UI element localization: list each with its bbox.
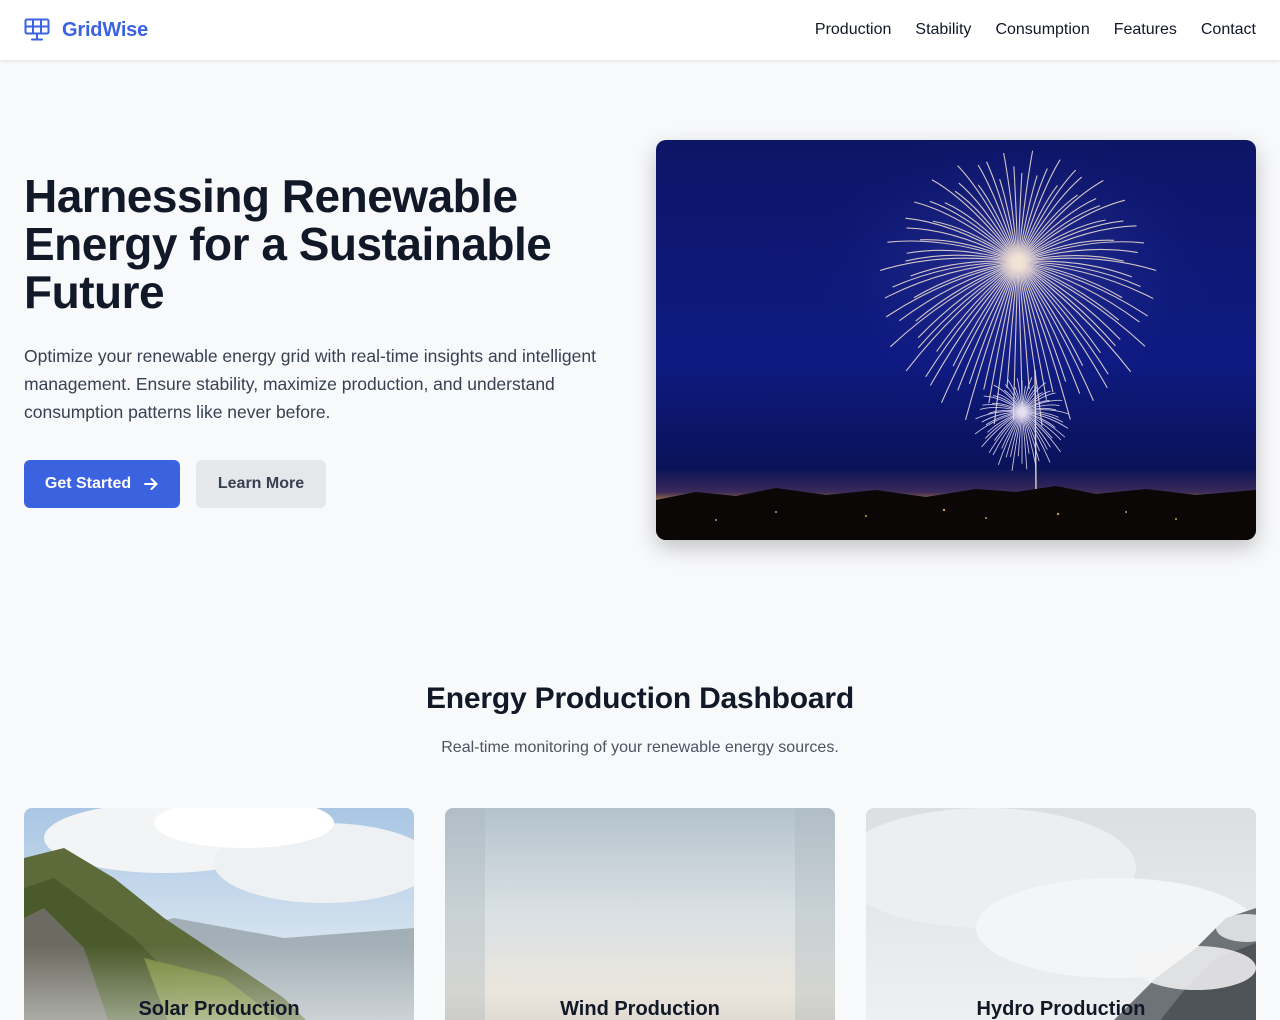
- hero-section: Harnessing Renewable Energy for a Sustai…: [24, 172, 634, 508]
- wind-production-card[interactable]: Wind Production: [445, 808, 835, 1020]
- get-started-button[interactable]: Get Started: [24, 460, 180, 508]
- nav-link-stability[interactable]: Stability: [915, 21, 971, 39]
- mountain-valley-photo: [24, 808, 414, 1020]
- nav-link-features[interactable]: Features: [1114, 21, 1177, 39]
- nav-link-contact[interactable]: Contact: [1201, 21, 1256, 39]
- cloudy-mountain-photo: [866, 808, 1256, 1020]
- main-nav: Production Stability Consumption Feature…: [815, 21, 1256, 39]
- dashboard-subtitle: Real-time monitoring of your renewable e…: [441, 739, 839, 756]
- misty-sky-photo: [445, 808, 835, 1020]
- brand-name: GridWise: [62, 18, 149, 41]
- nav-link-production[interactable]: Production: [815, 21, 892, 39]
- site-header: GridWise Production Stability Consumptio…: [0, 0, 1280, 60]
- nav-link-consumption[interactable]: Consumption: [995, 21, 1089, 39]
- solar-production-title: Solar Production: [138, 998, 300, 1020]
- solar-panel-icon: [24, 18, 50, 41]
- hero-description: Optimize your renewable energy grid with…: [24, 346, 596, 422]
- dashboard-title: Energy Production Dashboard: [426, 682, 854, 715]
- hydro-production-card[interactable]: Hydro Production: [866, 808, 1256, 1020]
- hero-actions: Get Started Learn More: [24, 460, 634, 508]
- hydro-production-title: Hydro Production: [976, 998, 1146, 1020]
- fireworks-photo: [656, 140, 1256, 540]
- hero-title: Harnessing Renewable Energy for a Sustai…: [24, 170, 552, 318]
- arrow-right-icon: [144, 478, 158, 490]
- get-started-label: Get Started: [44, 475, 132, 492]
- brand-logo-link[interactable]: GridWise: [24, 18, 148, 42]
- hero-fireworks-image: [656, 140, 1256, 540]
- wind-production-title: Wind Production: [560, 998, 720, 1020]
- solar-production-card[interactable]: Solar Production: [24, 808, 414, 1020]
- learn-more-button[interactable]: Learn More: [196, 460, 326, 508]
